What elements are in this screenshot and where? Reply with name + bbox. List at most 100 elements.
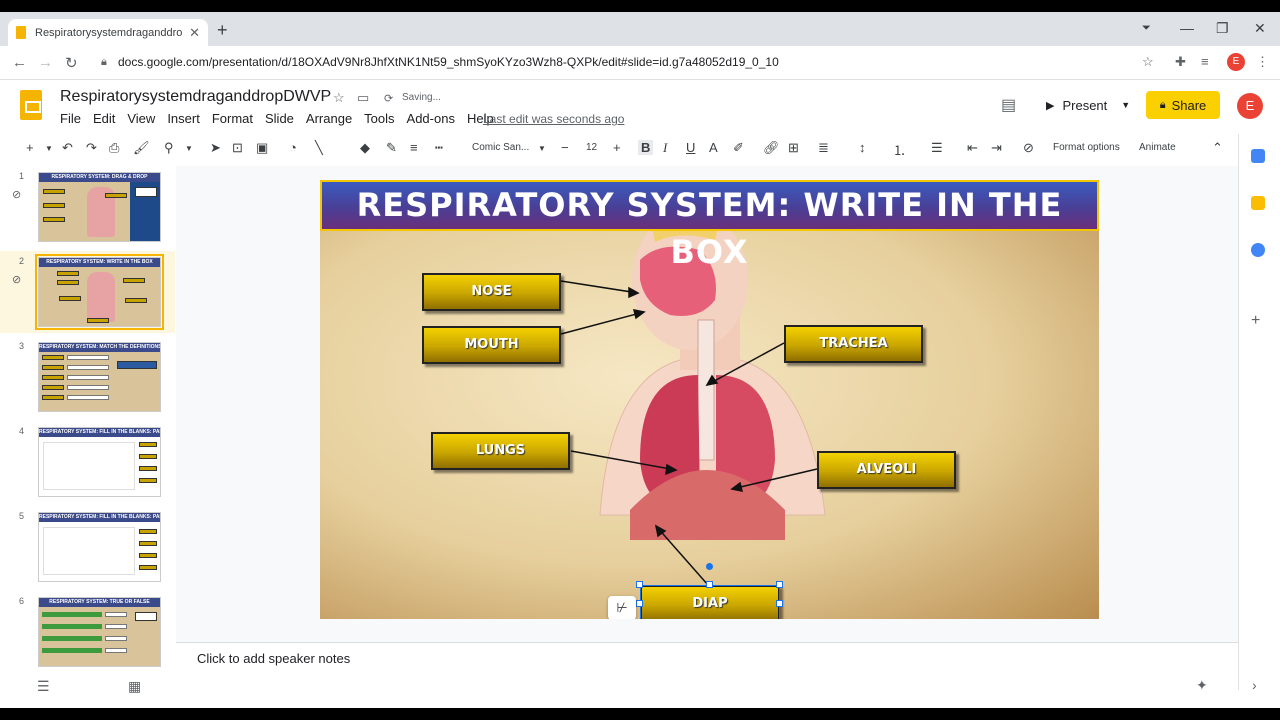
restore-icon[interactable]: ❐ [1216,20,1229,37]
collapse-toolbar-icon[interactable]: ⌃ [1212,140,1223,156]
slide-thumbnail[interactable]: RESPIRATORY SYSTEM: DRAG & DROP [38,172,161,242]
keep-icon[interactable] [1251,196,1265,210]
expand-panel-icon[interactable]: › [1252,677,1257,693]
increase-indent-icon[interactable]: ⇥ [991,140,1002,156]
label-alveoli[interactable]: ALVEOLI [817,451,956,489]
back-icon[interactable]: ← [12,54,27,71]
slide-title[interactable]: RESPIRATORY SYSTEM: WRITE IN THE BOX [320,180,1099,271]
menu-edit[interactable]: Edit [93,111,115,126]
rotate-handle[interactable] [706,563,713,570]
add-comment-icon[interactable]: ⊞ [788,140,799,156]
menu-view[interactable]: View [127,111,155,126]
align-icon[interactable]: ≣ [818,140,829,156]
redo-icon[interactable]: ↷ [86,140,97,156]
border-dash-icon[interactable]: ┅ [435,140,443,156]
filmstrip-slide-6[interactable]: 6 RESPIRATORY SYSTEM: TRUE OR FALSE [0,591,175,673]
menu-file[interactable]: File [60,111,81,126]
reload-icon[interactable]: ↻ [65,54,78,72]
slides-logo-icon[interactable] [20,90,42,120]
clear-formatting-icon[interactable]: ⊘ [1023,140,1034,156]
filmstrip-slide-2[interactable]: 2 ⊘ RESPIRATORY SYSTEM: WRITE IN THE BOX [0,251,175,333]
decrease-indent-icon[interactable]: ⇤ [967,140,978,156]
filmstrip-slide-5[interactable]: 5 RESPIRATORY SYSTEM: FILL IN THE BLANKS… [0,506,175,588]
filmstrip-slide-3[interactable]: 3 RESPIRATORY SYSTEM: MATCH THE DEFINITI… [0,336,175,418]
star-icon[interactable]: ☆ [333,90,345,106]
bulleted-list-icon[interactable]: ☰ [931,140,943,156]
slide-thumbnail[interactable]: RESPIRATORY SYSTEM: TRUE OR FALSE [38,597,161,667]
slide-canvas[interactable]: RESPIRATORY SYSTEM: WRITE IN THE BOX NOS… [320,180,1099,619]
add-addon-icon[interactable]: + [1251,312,1260,330]
menu-tools[interactable]: Tools [364,111,394,126]
account-avatar[interactable]: E [1237,93,1263,119]
zoom-icon[interactable]: ⚲ [164,140,174,156]
minimize-icon[interactable]: — [1180,20,1194,36]
label-nose[interactable]: NOSE [422,273,561,311]
resize-handle[interactable] [776,600,783,607]
font-size-field[interactable]: 12 [586,142,597,153]
filmstrip-slide-4[interactable]: 4 RESPIRATORY SYSTEM: FILL IN THE BLANKS… [0,421,175,503]
last-edit-link[interactable]: Last edit was seconds ago [483,112,624,126]
numbered-list-icon[interactable]: ⒈ [893,140,906,159]
speaker-notes-placeholder[interactable]: Click to add speaker notes [197,651,350,666]
print-icon[interactable]: ⎙ [109,140,119,156]
reading-list-icon[interactable]: ≡ [1201,54,1209,69]
label-trachea[interactable]: TRACHEA [784,325,923,363]
slide-thumbnail[interactable]: RESPIRATORY SYSTEM: FILL IN THE BLANKS: … [38,427,161,497]
browser-profile-avatar[interactable]: E [1227,53,1245,71]
decrease-font-icon[interactable]: − [561,140,569,155]
document-title[interactable]: RespiratorysystemdraganddropDWVP [60,88,331,106]
filmstrip-view-icon[interactable]: ☰ [37,678,50,695]
border-weight-icon[interactable]: ≡ [410,140,418,155]
extensions-icon[interactable]: ✚ [1175,54,1186,70]
chevron-down-icon[interactable]: ▼ [1121,100,1130,110]
italic-icon[interactable]: I [663,140,667,156]
new-slide-dropdown-icon[interactable]: ▼ [45,144,53,153]
menu-slide[interactable]: Slide [265,111,294,126]
resize-handle[interactable] [776,581,783,588]
browser-menu-icon[interactable]: ⋮ [1256,54,1269,70]
resize-handle[interactable] [706,581,713,588]
new-tab-icon[interactable]: + [217,20,228,41]
calendar-icon[interactable] [1251,149,1265,163]
tab-search-icon[interactable]: ⏷ [1142,22,1151,35]
menu-format[interactable]: Format [212,111,253,126]
grid-view-icon[interactable]: ▦ [128,678,141,695]
present-button[interactable]: ▶ Present ▼ [1040,91,1140,119]
line-spacing-icon[interactable]: ↕ [859,140,866,155]
label-lungs[interactable]: LUNGS [431,432,570,470]
zoom-dropdown-icon[interactable]: ▼ [185,144,193,153]
slide-thumbnail[interactable]: RESPIRATORY SYSTEM: WRITE IN THE BOX [35,254,164,330]
menu-arrange[interactable]: Arrange [306,111,352,126]
browser-tab[interactable]: Respiratorysystemdraganddrop ✕ [8,19,208,46]
resize-handle[interactable] [636,600,643,607]
select-pointer-icon[interactable]: ➤ [210,140,221,156]
image-icon[interactable]: ▣ [256,140,268,156]
font-dropdown-icon[interactable]: ▼ [538,144,546,153]
tasks-icon[interactable] [1251,243,1265,257]
close-tab-icon[interactable]: ✕ [189,25,200,41]
border-color-icon[interactable]: ✎ [386,140,397,156]
comment-history-icon[interactable]: ▤ [1001,95,1016,115]
line-icon[interactable]: ╲ [315,140,323,156]
undo-icon[interactable]: ↶ [62,140,73,156]
quick-action-icon[interactable]: ⊬ [608,596,636,619]
speaker-notes-panel[interactable] [176,642,1238,690]
explore-icon[interactable]: ✦ [1196,677,1208,694]
forward-icon[interactable]: → [38,54,53,71]
text-color-icon[interactable]: A [709,140,718,155]
new-slide-icon[interactable]: + [26,140,34,155]
url-field[interactable]: docs.google.com/presentation/d/18OXAdV9N… [118,55,779,69]
bold-icon[interactable]: B [638,140,654,155]
animate-button[interactable]: Animate [1139,142,1176,153]
text-box-icon[interactable]: ⊡ [232,140,243,156]
highlight-icon[interactable]: ✐ [733,140,744,156]
filmstrip-slide-1[interactable]: 1 ⊘ RESPIRATORY SYSTEM: DRAG & DROP [0,166,175,248]
slide-thumbnail[interactable]: RESPIRATORY SYSTEM: FILL IN THE BLANKS: … [38,512,161,582]
menu-insert[interactable]: Insert [167,111,200,126]
link-icon[interactable]: 🔗︎ [763,140,780,156]
underline-icon[interactable]: U [686,140,695,155]
share-button[interactable]: 🔒︎ Share [1146,91,1220,119]
format-options-button[interactable]: Format options [1053,142,1120,153]
paint-format-icon[interactable]: 🖌︎ [133,140,150,156]
bookmark-star-icon[interactable]: ☆ [1142,54,1154,70]
